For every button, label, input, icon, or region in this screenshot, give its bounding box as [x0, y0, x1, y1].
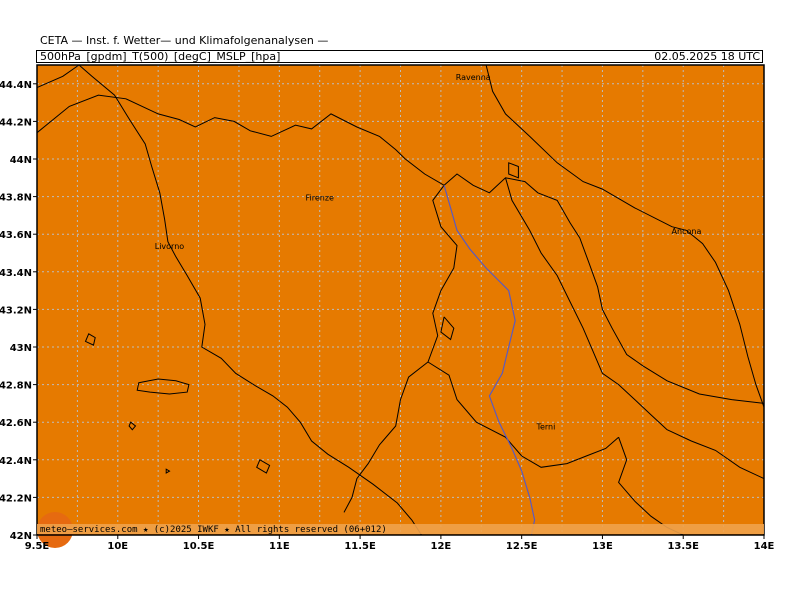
lon-label: 11.5E [344, 541, 376, 552]
lon-label: 11E [269, 541, 290, 552]
city-label-livorno: Livorno [155, 242, 185, 251]
lon-label: 13.5E [667, 541, 699, 552]
copyright-strip: meteo—services.com ★ (c)2025 IWKF ★ All … [37, 524, 764, 535]
city-label-ravenna: Ravenna [456, 73, 491, 82]
lon-label: 10.5E [183, 541, 215, 552]
weather-map: Ravenna Firenze Livorno Ancona Terni 9.5E 10E… [0, 64, 775, 552]
lat-label: 43.4N [0, 268, 32, 279]
lat-label: 42.2N [0, 493, 32, 504]
lon-label: 13E [592, 541, 613, 552]
lon-label: 12.5E [506, 541, 538, 552]
lat-label: 44.2N [0, 117, 32, 128]
lat-label: 42.4N [0, 456, 32, 467]
lat-label: 44N [10, 155, 32, 166]
lat-label: 43N [10, 343, 32, 354]
city-label-firenze: Firenze [305, 193, 334, 202]
lon-label: 9.5E [25, 541, 50, 552]
lat-label: 42.6N [0, 418, 32, 429]
lon-label: 10E [107, 541, 128, 552]
lat-label: 44.4N [0, 80, 32, 91]
city-label-terni: Terni [535, 423, 555, 432]
city-label-ancona: Ancona [672, 227, 702, 236]
lat-label: 43.6N [0, 230, 32, 241]
lat-label: 42N [10, 531, 32, 542]
credit-text: meteo—services.com ★ (c)2025 IWKF ★ All … [40, 525, 387, 535]
lat-label: 42.8N [0, 381, 32, 392]
lat-label: 43.8N [0, 193, 32, 204]
lon-label: 12E [431, 541, 452, 552]
lon-label: 14E [754, 541, 775, 552]
lat-label: 43.2N [0, 305, 32, 316]
